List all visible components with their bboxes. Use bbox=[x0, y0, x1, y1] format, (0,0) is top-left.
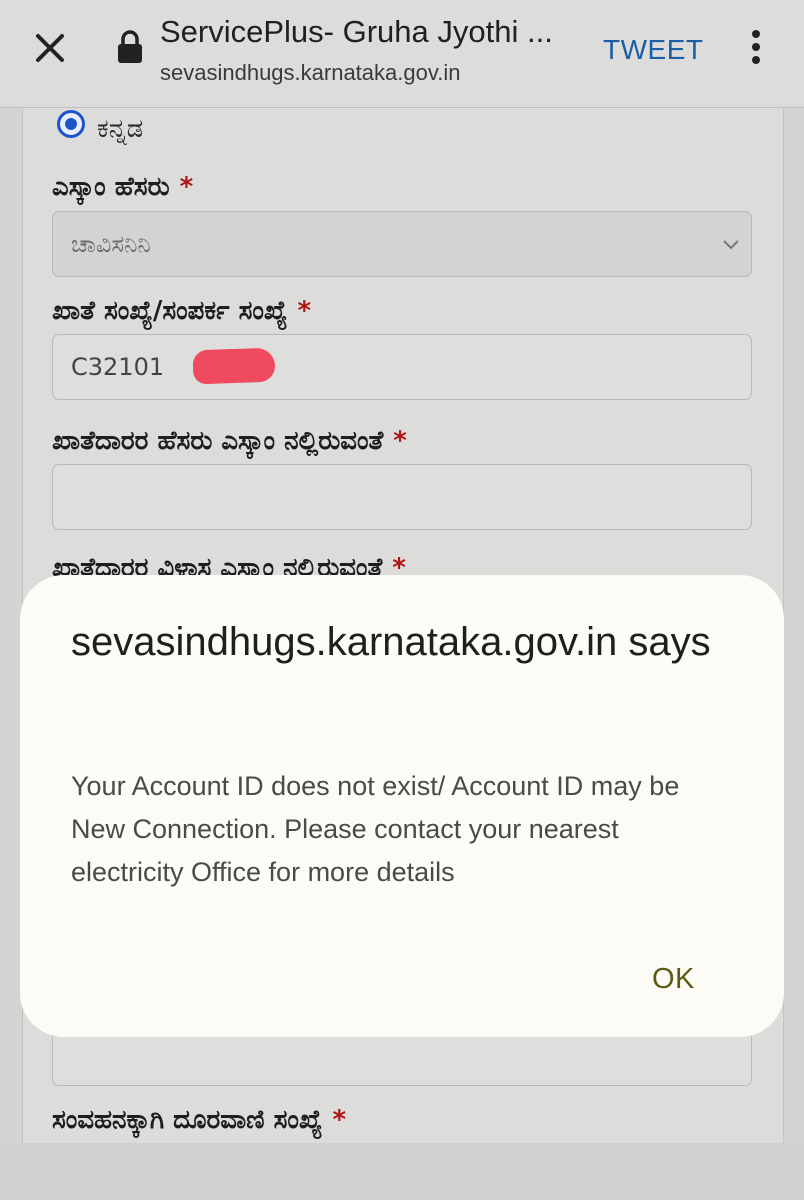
required-mark: * bbox=[393, 426, 407, 456]
browser-toolbar: ServicePlus- Gruha Jyothi ... sevasindhu… bbox=[0, 0, 804, 108]
language-option-label: ಕನ್ನಡ bbox=[97, 114, 144, 144]
chevron-down-icon bbox=[723, 240, 739, 250]
holder-name-label: ಖಾತೆದಾರರ ಹೆಸರು ಎಸ್ಕಾಂ ನಲ್ಲಿರುವಂತೆ * bbox=[52, 426, 407, 457]
dialog-title: sevasindhugs.karnataka.gov.in says bbox=[71, 620, 711, 664]
required-mark: * bbox=[332, 1105, 347, 1135]
radio-selected-icon[interactable] bbox=[57, 110, 85, 138]
page-url: sevasindhugs.karnataka.gov.in bbox=[160, 60, 461, 85]
required-mark: * bbox=[297, 296, 312, 326]
alert-dialog: sevasindhugs.karnataka.gov.in says Your … bbox=[20, 575, 784, 1037]
more-options-icon[interactable] bbox=[748, 30, 764, 70]
tweet-button[interactable]: TWEET bbox=[603, 34, 704, 66]
lock-icon bbox=[118, 30, 142, 63]
required-mark: * bbox=[179, 172, 194, 202]
escom-select[interactable]: ಚಾವಿಸನಿನಿ bbox=[52, 211, 752, 277]
phone-label-text: ಸಂವಹನಕ್ಕಾಗಿ ದೂರವಾಣಿ ಸಂಖ್ಯೆ bbox=[52, 1105, 323, 1135]
escom-label: ಎಸ್ಕಾಂ ಹೆಸರು * bbox=[52, 172, 193, 203]
close-icon[interactable] bbox=[30, 28, 70, 68]
account-number-input[interactable]: C32101 bbox=[52, 334, 752, 400]
phone-label: ಸಂವಹನಕ್ಕಾಗಿ ದೂರವಾಣಿ ಸಂಖ್ಯೆ * bbox=[52, 1105, 346, 1136]
account-label-text: ಖಾತೆ ಸಂಖ್ಯೆ/ಸಂಪರ್ಕ ಸಂಖ್ಯೆ bbox=[52, 296, 288, 326]
escom-label-text: ಎಸ್ಕಾಂ ಹೆಸರು bbox=[52, 172, 170, 202]
ok-button[interactable]: OK bbox=[652, 963, 695, 996]
holder-name-label-text: ಖಾತೆದಾರರ ಹೆಸರು ಎಸ್ಕಾಂ ನಲ್ಲಿರುವಂತೆ bbox=[52, 426, 384, 456]
account-number-value: C32101 bbox=[71, 353, 165, 381]
holder-name-input[interactable] bbox=[52, 464, 752, 530]
bottom-strip bbox=[0, 1143, 804, 1200]
redaction-mark bbox=[192, 347, 276, 385]
page-title: ServicePlus- Gruha Jyothi ... bbox=[160, 14, 553, 49]
escom-select-value: ಚಾವಿಸನಿನಿ bbox=[71, 230, 151, 258]
dialog-message: Your Account ID does not exist/ Account … bbox=[71, 771, 680, 887]
account-label: ಖಾತೆ ಸಂಖ್ಯೆ/ಸಂಪರ್ಕ ಸಂಖ್ಯೆ * bbox=[52, 296, 311, 327]
